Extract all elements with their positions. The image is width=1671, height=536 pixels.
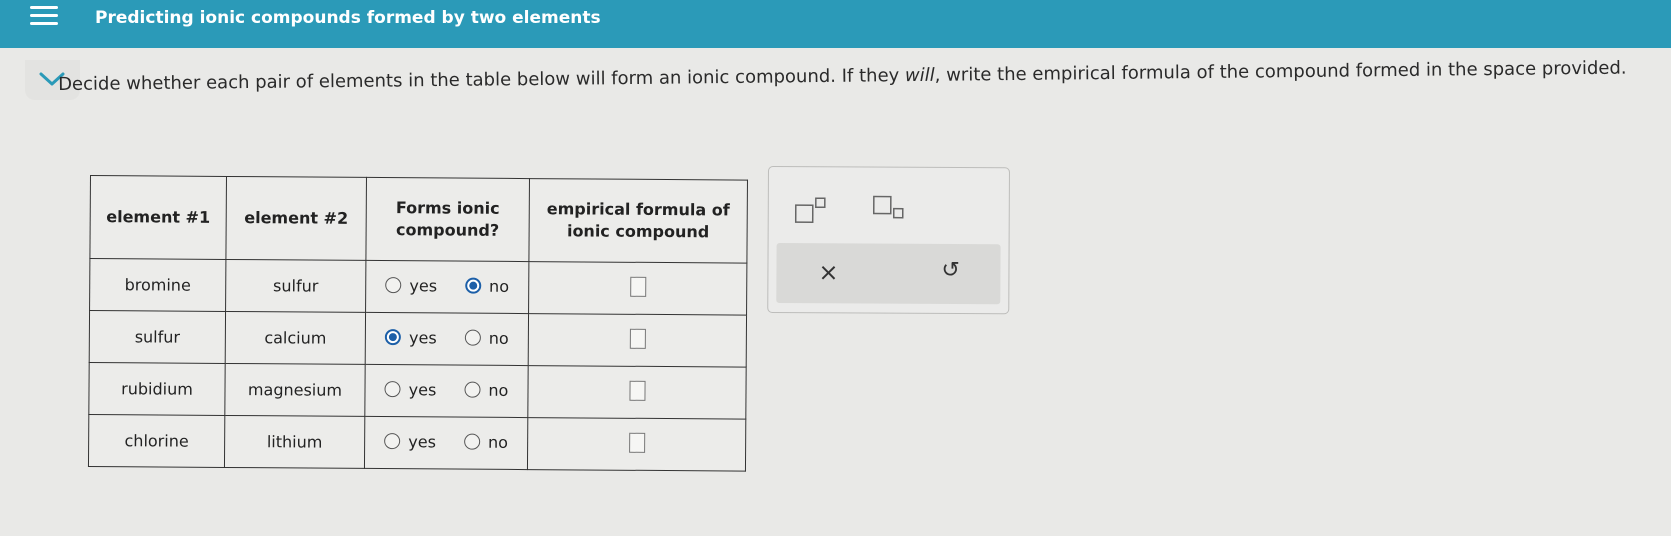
superscript-icon[interactable] <box>794 197 831 227</box>
header-empirical-formula: empirical formula of ionic compound <box>528 178 748 264</box>
element1-cell: rubidium <box>88 362 226 416</box>
question-table-wrap: element #1 element #2 Forms ionic compou… <box>87 175 748 472</box>
formula-input[interactable] <box>628 380 646 401</box>
table-row: rubidium magnesium yes no <box>88 362 747 420</box>
header-bar: Predicting ionic compounds formed by two… <box>0 0 1671 48</box>
forms-ionic-cell: yes no <box>365 312 529 366</box>
radio-yes[interactable]: yes <box>385 328 437 347</box>
header-forms-ionic: Forms ionic compound? <box>365 177 530 262</box>
formula-input[interactable] <box>629 328 646 349</box>
table-row: chlorine lithium yes no <box>88 414 746 472</box>
radio-yes[interactable]: yes <box>384 379 437 400</box>
table-row: sulfur calcium yes no <box>89 310 747 368</box>
formula-input[interactable] <box>628 432 645 453</box>
radio-circle-icon[interactable] <box>464 381 481 398</box>
radio-no[interactable]: no <box>463 432 509 452</box>
radio-label: yes <box>408 431 437 452</box>
palette-format-row <box>769 167 1009 242</box>
element1-cell: bromine <box>89 258 226 312</box>
radio-circle-icon[interactable] <box>463 433 481 450</box>
radio-circle-icon[interactable] <box>464 329 481 346</box>
formula-input[interactable] <box>629 276 646 297</box>
forms-ionic-cell: yes no <box>364 364 529 418</box>
forms-ionic-cell: yes no <box>365 260 529 314</box>
math-palette: × ↺ <box>767 166 1010 315</box>
element1-cell: sulfur <box>89 310 226 364</box>
clear-icon[interactable]: × <box>818 258 838 286</box>
element1-cell: chlorine <box>88 414 225 468</box>
radio-no[interactable]: no <box>464 380 509 400</box>
element2-cell: lithium <box>224 415 365 469</box>
radio-label: yes <box>409 275 438 296</box>
page-title: Predicting ionic compounds formed by two… <box>95 8 601 28</box>
header-element1: element #1 <box>89 175 227 260</box>
radio-label: no <box>488 380 509 400</box>
question-instructions: Decide whether each pair of elements in … <box>58 57 1627 95</box>
undo-icon[interactable]: ↺ <box>941 258 960 283</box>
radio-no[interactable]: no <box>464 328 509 348</box>
radio-yes[interactable]: yes <box>385 276 437 295</box>
menu-icon[interactable] <box>20 0 60 30</box>
radio-label: no <box>488 328 509 348</box>
forms-ionic-cell: yes no <box>364 416 528 470</box>
formula-cell <box>527 365 747 420</box>
palette-action-row: × ↺ <box>776 243 1001 305</box>
radio-label: yes <box>408 379 437 400</box>
formula-cell <box>528 261 747 316</box>
element2-cell: sulfur <box>225 259 366 313</box>
radio-circle-icon[interactable] <box>385 329 402 346</box>
element2-cell: magnesium <box>224 363 366 417</box>
radio-circle-icon[interactable] <box>465 277 482 294</box>
table-row: bromine sulfur yes no <box>89 258 747 316</box>
formula-cell <box>527 417 746 472</box>
table-header-row: element #1 element #2 Forms ionic compou… <box>89 175 748 264</box>
radio-yes[interactable]: yes <box>384 432 436 451</box>
subscript-icon[interactable] <box>872 195 909 228</box>
formula-cell <box>528 313 747 368</box>
radio-label: no <box>489 276 510 296</box>
radio-circle-icon[interactable] <box>384 381 401 398</box>
header-element2: element #2 <box>225 176 367 261</box>
radio-no[interactable]: no <box>465 276 510 296</box>
radio-label: yes <box>409 327 437 348</box>
element2-cell: calcium <box>225 311 366 365</box>
question-table: element #1 element #2 Forms ionic compou… <box>87 175 748 472</box>
radio-circle-icon[interactable] <box>384 433 401 450</box>
radio-label: no <box>487 432 509 452</box>
radio-circle-icon[interactable] <box>385 277 402 294</box>
